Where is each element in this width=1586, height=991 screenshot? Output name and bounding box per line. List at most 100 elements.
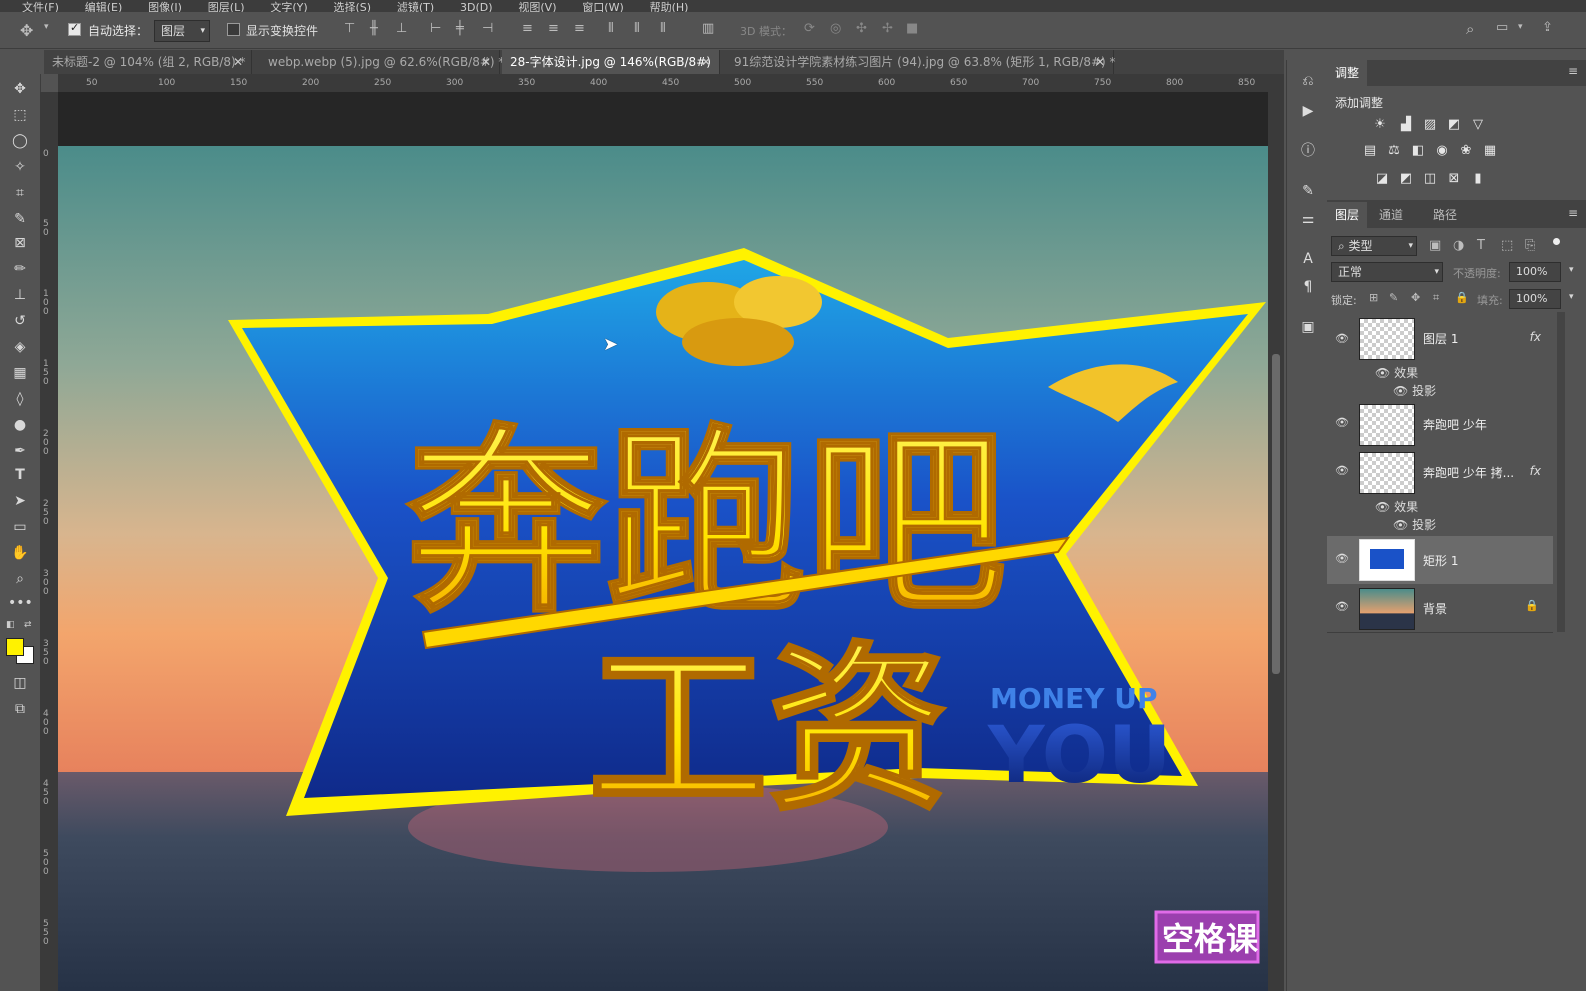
magic-wand-icon[interactable]: ✧ [8,156,32,178]
pen-tool-icon[interactable]: ✒ [8,440,32,462]
distribute-bottom-icon[interactable]: ≡ [574,21,585,36]
more-tools-icon[interactable]: ••• [8,592,33,614]
actions-play-icon[interactable]: ▶ [1297,100,1319,122]
effect-row[interactable]: 👁 投影 [1393,382,1436,399]
tab-channels[interactable]: 通道 [1371,202,1411,228]
layer-row-layer1[interactable]: 👁 图层 1 fx 👁 效果 👁 投影 [1327,312,1553,401]
visibility-eye-icon[interactable]: 👁 [1335,416,1349,429]
chevron-down-icon[interactable]: ▾ [44,22,49,32]
marquee-tool-icon[interactable]: ⬚ [8,104,32,126]
menu-3d[interactable]: 3D(D) [460,2,493,12]
menu-window[interactable]: 窗口(W) [582,2,623,12]
color-lookup-icon[interactable]: ▦ [1481,142,1499,160]
fill-input[interactable]: 100% [1509,289,1561,309]
fx-icon[interactable]: fx [1530,464,1541,478]
layer-name[interactable]: 矩形 1 [1423,552,1458,569]
distribute-vcenter-icon[interactable]: ≡ [548,21,559,36]
stamp-tool-icon[interactable]: ⊥ [8,284,32,306]
distribute-top-icon[interactable]: ≡ [522,21,533,36]
tab-paths[interactable]: 路径 [1425,202,1465,228]
vibrance-icon[interactable]: ▽ [1469,116,1487,134]
distribute-right-icon[interactable]: ⦀ [660,21,666,36]
visibility-eye-icon[interactable]: 👁 [1375,500,1394,514]
auto-align-icon[interactable]: ▥ [702,21,714,36]
frame-tool-icon[interactable]: ⊠ [8,232,32,254]
filter-pixel-icon[interactable]: ▣ [1429,238,1441,253]
3d-roll-icon[interactable]: ◎ [830,21,841,36]
workspace-icon[interactable]: ▭ [1496,20,1508,35]
brush-settings-icon[interactable]: ✎ [1297,180,1319,202]
layer-name[interactable]: 背景 [1423,600,1447,617]
layer-row-background[interactable]: 👁 背景 🔒 [1327,584,1553,633]
threshold-icon[interactable]: ◫ [1421,170,1439,188]
lock-artboard-icon[interactable]: ⌗ [1433,291,1439,305]
close-icon[interactable]: ✕ [701,50,711,74]
tab-layers[interactable]: 图层 [1327,202,1368,228]
move-tool-icon[interactable]: ✥ [20,21,33,40]
tab-untitled-2[interactable]: 未标题-2 @ 104% (组 2, RGB/8) * ✕ [44,50,252,74]
layer-filter-dropdown[interactable]: ⌕ 类型 ▾ [1331,236,1417,256]
distribute-hcenter-icon[interactable]: ⦀ [634,21,640,36]
foreground-color-swatch[interactable] [6,638,24,656]
lock-transparent-icon[interactable]: ⊞ [1369,291,1378,304]
filter-shape-icon[interactable]: ⬚ [1501,238,1513,253]
3d-pan-icon[interactable]: ✣ [856,21,867,36]
search-icon[interactable]: ⌕ [1466,20,1474,38]
type-tool-icon[interactable]: T [8,464,32,486]
channel-mixer-icon[interactable]: ❀ [1457,142,1475,160]
menu-filter[interactable]: 滤镜(T) [397,2,434,12]
share-icon[interactable]: ⇪ [1542,20,1553,35]
filter-toggle-icon[interactable] [1553,238,1560,245]
exposure-icon[interactable]: ◩ [1445,116,1463,134]
3d-camera-icon[interactable]: ■ [906,21,918,36]
close-icon[interactable]: ✕ [1095,50,1105,74]
layer-row-rect1[interactable]: 👁 矩形 1 [1327,536,1553,585]
crop-tool-icon[interactable]: ⌗ [8,182,32,204]
menu-file[interactable]: 文件(F) [22,2,59,12]
quick-mask-icon[interactable]: ◫ [8,672,32,694]
menu-select[interactable]: 选择(S) [333,2,371,12]
lock-position-icon[interactable]: ✥ [1411,291,1420,304]
effects-row[interactable]: 👁 效果 [1375,364,1418,381]
3d-slide-icon[interactable]: ✢ [882,21,893,36]
swap-colors-icon[interactable]: ⇄ [24,620,32,630]
brush-tool-icon[interactable]: ✏ [8,258,32,280]
visibility-eye-icon[interactable]: 👁 [1335,552,1349,565]
gradient-map-icon[interactable]: ▮ [1469,170,1487,188]
eraser-tool-icon[interactable]: ◈ [8,336,32,358]
opacity-input[interactable]: 100% [1509,262,1561,282]
tool-presets-icon[interactable]: ⚌ [1297,208,1319,230]
align-hcenter-icon[interactable]: ╪ [456,21,464,36]
glyphs-icon[interactable]: ▣ [1297,316,1319,338]
photo-filter-icon[interactable]: ◉ [1433,142,1451,160]
menu-help[interactable]: 帮助(H) [650,2,689,12]
chevron-down-icon[interactable]: ▾ [1569,265,1574,275]
character-icon[interactable]: A [1297,248,1319,270]
dodge-tool-icon[interactable]: ● [8,414,32,436]
blend-mode-dropdown[interactable]: 正常 ▾ [1331,262,1443,282]
visibility-eye-icon[interactable]: 👁 [1335,600,1349,613]
filter-smart-object-icon[interactable]: ⎘ [1525,238,1535,253]
layer-row-text-copy[interactable]: 👁 奔跑吧 少年 拷... fx 👁 效果 👁 投影 [1327,448,1553,537]
chevron-down-icon[interactable]: ▾ [1569,292,1574,302]
show-transform-checkbox[interactable] [227,22,240,36]
screen-mode-icon[interactable]: ⧉ [8,698,32,720]
blur-tool-icon[interactable]: ◊ [8,388,32,410]
distribute-left-icon[interactable]: ⦀ [608,21,614,36]
visibility-eye-icon[interactable]: 👁 [1335,332,1349,345]
tab-adjustments[interactable]: 调整 [1327,60,1368,86]
filter-type-icon[interactable]: T [1477,238,1485,253]
scroll-thumb[interactable] [1272,354,1280,674]
tab-practice-image[interactable]: 91综范设计学院素材练习图片 (94).jpg @ 63.8% (矩形 1, R… [726,50,1116,74]
auto-select-dropdown[interactable]: 图层 ▾ [154,20,210,42]
invert-icon[interactable]: ◪ [1373,170,1391,188]
layer-name[interactable]: 奔跑吧 少年 [1423,416,1487,433]
hue-saturation-icon[interactable]: ▤ [1361,142,1379,160]
history-brush-icon[interactable]: ↺ [8,310,32,332]
tab-webp[interactable]: webp.webp (5).jpg @ 62.6%(RGB/8#) * ✕ [260,50,504,74]
panel-menu-icon[interactable]: ≡ [1568,206,1578,220]
eyedropper-icon[interactable]: ✎ [8,208,32,230]
tab-font-design[interactable]: 28-字体设计.jpg @ 146%(RGB/8#) ✕ [502,50,720,74]
layer-row-text1[interactable]: 👁 奔跑吧 少年 [1327,400,1553,449]
move-tool-icon[interactable]: ✥ [8,78,32,100]
